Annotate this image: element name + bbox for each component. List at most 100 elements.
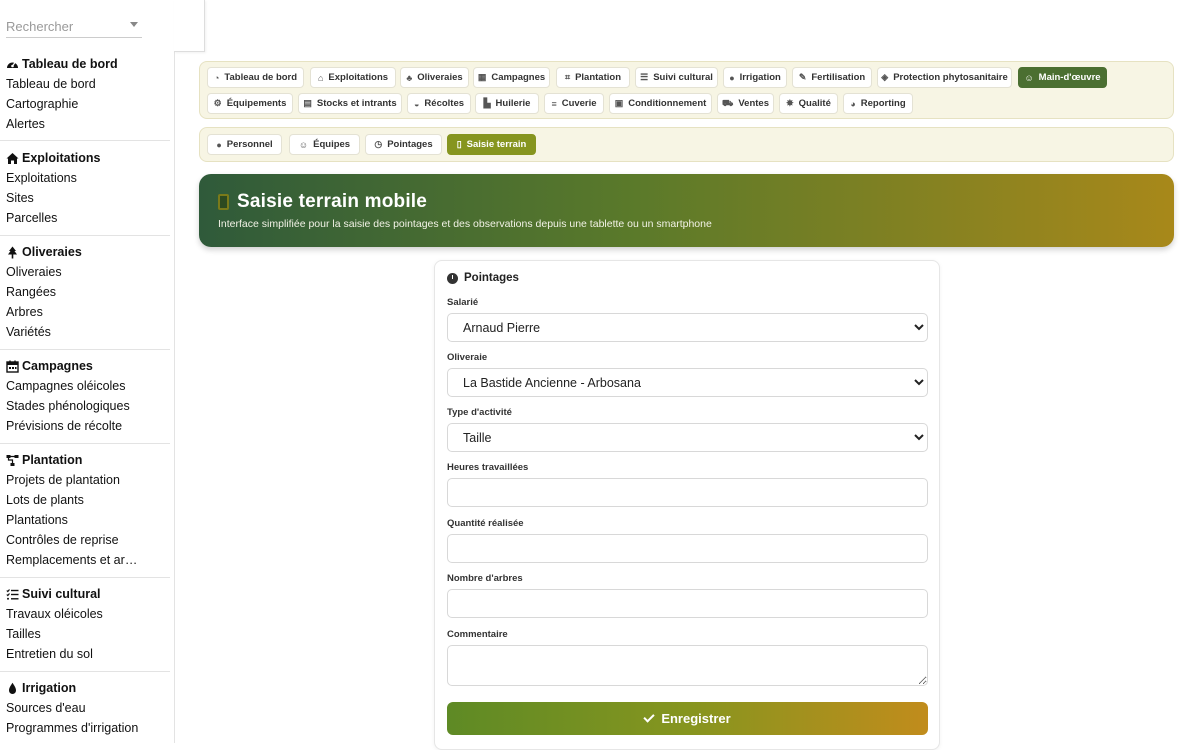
save-button[interactable]: Enregistrer	[447, 702, 928, 735]
tab-label: Oliveraies	[417, 72, 463, 83]
sidebar-section-header[interactable]: Exploitations	[0, 148, 170, 168]
activite-select[interactable]: Taille	[447, 423, 928, 452]
spray-icon: ✎	[798, 72, 807, 82]
tab-label: Récoltes	[424, 98, 465, 109]
sidebar-section-header[interactable]: Campagnes	[0, 356, 170, 376]
tab-conditionnement[interactable]: ▣ Conditionnement	[609, 93, 712, 114]
sidebar-item-varietes[interactable]: Variétés	[0, 322, 140, 342]
sidebar-item-cartographie[interactable]: Cartographie	[0, 94, 140, 114]
sidebar-item-rangees[interactable]: Rangées	[0, 282, 140, 302]
tractor-icon: ⚙	[213, 98, 222, 108]
salarie-select[interactable]: Arnaud Pierre	[447, 313, 928, 342]
tab-protection-phytosanitaire[interactable]: ◈ Protection phytosanitaire	[877, 67, 1012, 88]
sidebar-item-arbres[interactable]: Arbres	[0, 302, 140, 322]
tree-icon: ♣	[406, 72, 413, 83]
sidebar-item-programmes-irrigation[interactable]: Programmes d'irrigation	[0, 718, 140, 738]
packages-icon: ▣	[614, 98, 624, 108]
tab-qualit[interactable]: ✸ Qualité	[779, 93, 838, 114]
mobile-icon	[218, 194, 229, 210]
sidebar-item-campagnes-oleicoles[interactable]: Campagnes oléicoles	[0, 376, 140, 396]
sidebar-item-parcelles[interactable]: Parcelles	[0, 208, 140, 228]
tab-label: Saisie terrain	[466, 139, 527, 150]
tab-exploitations[interactable]: ⌂ Exploitations	[310, 67, 396, 88]
tab-campagnes[interactable]: ▦ Campagnes	[473, 67, 550, 88]
tab-main-d-uvre[interactable]: ☺ Main-d'œuvre	[1018, 67, 1107, 88]
card-title: Pointages	[447, 272, 519, 284]
tab-label: Huilerie	[495, 98, 531, 109]
sidebar-section-title: Irrigation	[22, 681, 77, 695]
tab-quipes[interactable]: ☺ Équipes	[289, 134, 360, 155]
sidebar-section-header[interactable]: Tableau de bord	[0, 54, 170, 74]
sidebar-item-sites[interactable]: Sites	[0, 188, 140, 208]
page-title: Saisie terrain mobile	[237, 191, 428, 212]
sidebar-item-oliveraies[interactable]: Oliveraies	[0, 262, 140, 282]
sidebar-item-sources-eau[interactable]: Sources d'eau	[0, 698, 140, 718]
home-icon: ⌂	[317, 72, 324, 83]
clock-icon	[447, 272, 458, 284]
tab-fertilisation[interactable]: ✎ Fertilisation	[792, 67, 872, 88]
sidebar-item-lots-plants[interactable]: Lots de plants	[0, 490, 140, 510]
tab-personnel[interactable]: ● Personnel	[207, 134, 282, 155]
tab-stocks-et-intrants[interactable]: ▤ Stocks et intrants	[298, 93, 402, 114]
tab-irrigation[interactable]: ● Irrigation	[723, 67, 787, 88]
sidebar-item-controles-reprise[interactable]: Contrôles de reprise	[0, 530, 140, 550]
commentaire-textarea[interactable]	[447, 645, 928, 686]
tab-ventes[interactable]: ⛟ Ventes	[717, 93, 774, 114]
users-icon: ☺	[1024, 72, 1034, 83]
tab-label: Qualité	[798, 98, 831, 109]
divider	[0, 671, 170, 672]
tab-huilerie[interactable]: ▙ Huilerie	[475, 93, 539, 114]
tab-label: Main-d'œuvre	[1038, 72, 1101, 83]
tab-label: Campagnes	[491, 72, 546, 83]
sidebar-section-campagnes: Campagnes Campagnes oléicoles Stades phé…	[0, 356, 170, 436]
oliveraie-select[interactable]: La Bastide Ancienne - Arbosana	[447, 368, 928, 397]
sidebar-item-tableau-de-bord[interactable]: Tableau de bord	[0, 74, 140, 94]
user-icon: ●	[216, 139, 222, 150]
users-icon: ☺	[298, 139, 309, 150]
chevron-down-icon[interactable]	[130, 22, 138, 27]
sidebar: Rechercher Tableau de bord Tableau de bo…	[0, 0, 175, 743]
divider	[0, 349, 170, 350]
quantite-input[interactable]	[447, 534, 928, 563]
gauge-icon: ◔	[213, 72, 220, 83]
tab-plantation[interactable]: ⌗ Plantation	[556, 67, 630, 88]
tab-oliveraies[interactable]: ♣ Oliveraies	[400, 67, 469, 88]
sidebar-item-plantations[interactable]: Plantations	[0, 510, 140, 530]
tab-tableau-de-bord[interactable]: ◔ Tableau de bord	[207, 67, 304, 88]
tab-pointages[interactable]: ◷ Pointages	[365, 134, 442, 155]
sidebar-item-projets-plantation[interactable]: Projets de plantation	[0, 470, 140, 490]
sidebar-section-header[interactable]: Suivi cultural	[0, 584, 170, 604]
tab-cuverie[interactable]: ≡ Cuverie	[544, 93, 604, 114]
tab-label: Pointages	[387, 139, 433, 150]
arbres-input[interactable]	[447, 589, 928, 618]
tab-label: Irrigation	[739, 72, 781, 83]
tab-label: Reporting	[860, 98, 906, 109]
sidebar-item-tailles[interactable]: Tailles	[0, 624, 140, 644]
sidebar-item-entretien-sol[interactable]: Entretien du sol	[0, 644, 140, 664]
sidebar-item-travaux-oleicoles[interactable]: Travaux oléicoles	[0, 604, 140, 624]
activite-label: Type d'activité	[447, 407, 512, 418]
tab-label: Équipes	[313, 139, 351, 150]
calendar-icon: ▦	[477, 72, 487, 82]
tab-saisie-terrain[interactable]: ▯ Saisie terrain	[447, 134, 536, 155]
sidebar-item-previsions-recolte[interactable]: Prévisions de récolte	[0, 416, 140, 436]
tab-label: Fertilisation	[811, 72, 866, 83]
tab-suivi-cultural[interactable]: ☰ Suivi cultural	[635, 67, 718, 88]
tab-reporting[interactable]: ◕ Reporting	[843, 93, 913, 114]
sidebar-section-header[interactable]: Plantation	[0, 450, 170, 470]
sidebar-section-header[interactable]: Irrigation	[0, 678, 170, 698]
database-icon: ≡	[551, 98, 557, 109]
sidebar-item-stades-phenologiques[interactable]: Stades phénologiques	[0, 396, 140, 416]
sidebar-item-remplacements[interactable]: Remplacements et arrachages	[0, 550, 140, 570]
pointage-form-card: Pointages Salarié Arnaud Pierre Oliverai…	[434, 260, 940, 750]
search-select[interactable]: Rechercher	[6, 14, 142, 38]
tab-r-coltes[interactable]: ◒ Récoltes	[407, 93, 471, 114]
top-panel	[174, 0, 205, 52]
sidebar-section-header[interactable]: Oliveraies	[0, 242, 170, 262]
sidebar-item-exploitations[interactable]: Exploitations	[0, 168, 140, 188]
page-hero: Saisie terrain mobile Interface simplifi…	[199, 174, 1174, 247]
tab-quipements[interactable]: ⚙ Équipements	[207, 93, 293, 114]
sidebar-section-oliveraies: Oliveraies Oliveraies Rangées Arbres Var…	[0, 242, 170, 342]
sidebar-item-alertes[interactable]: Alertes	[0, 114, 140, 134]
heures-input[interactable]	[447, 478, 928, 507]
